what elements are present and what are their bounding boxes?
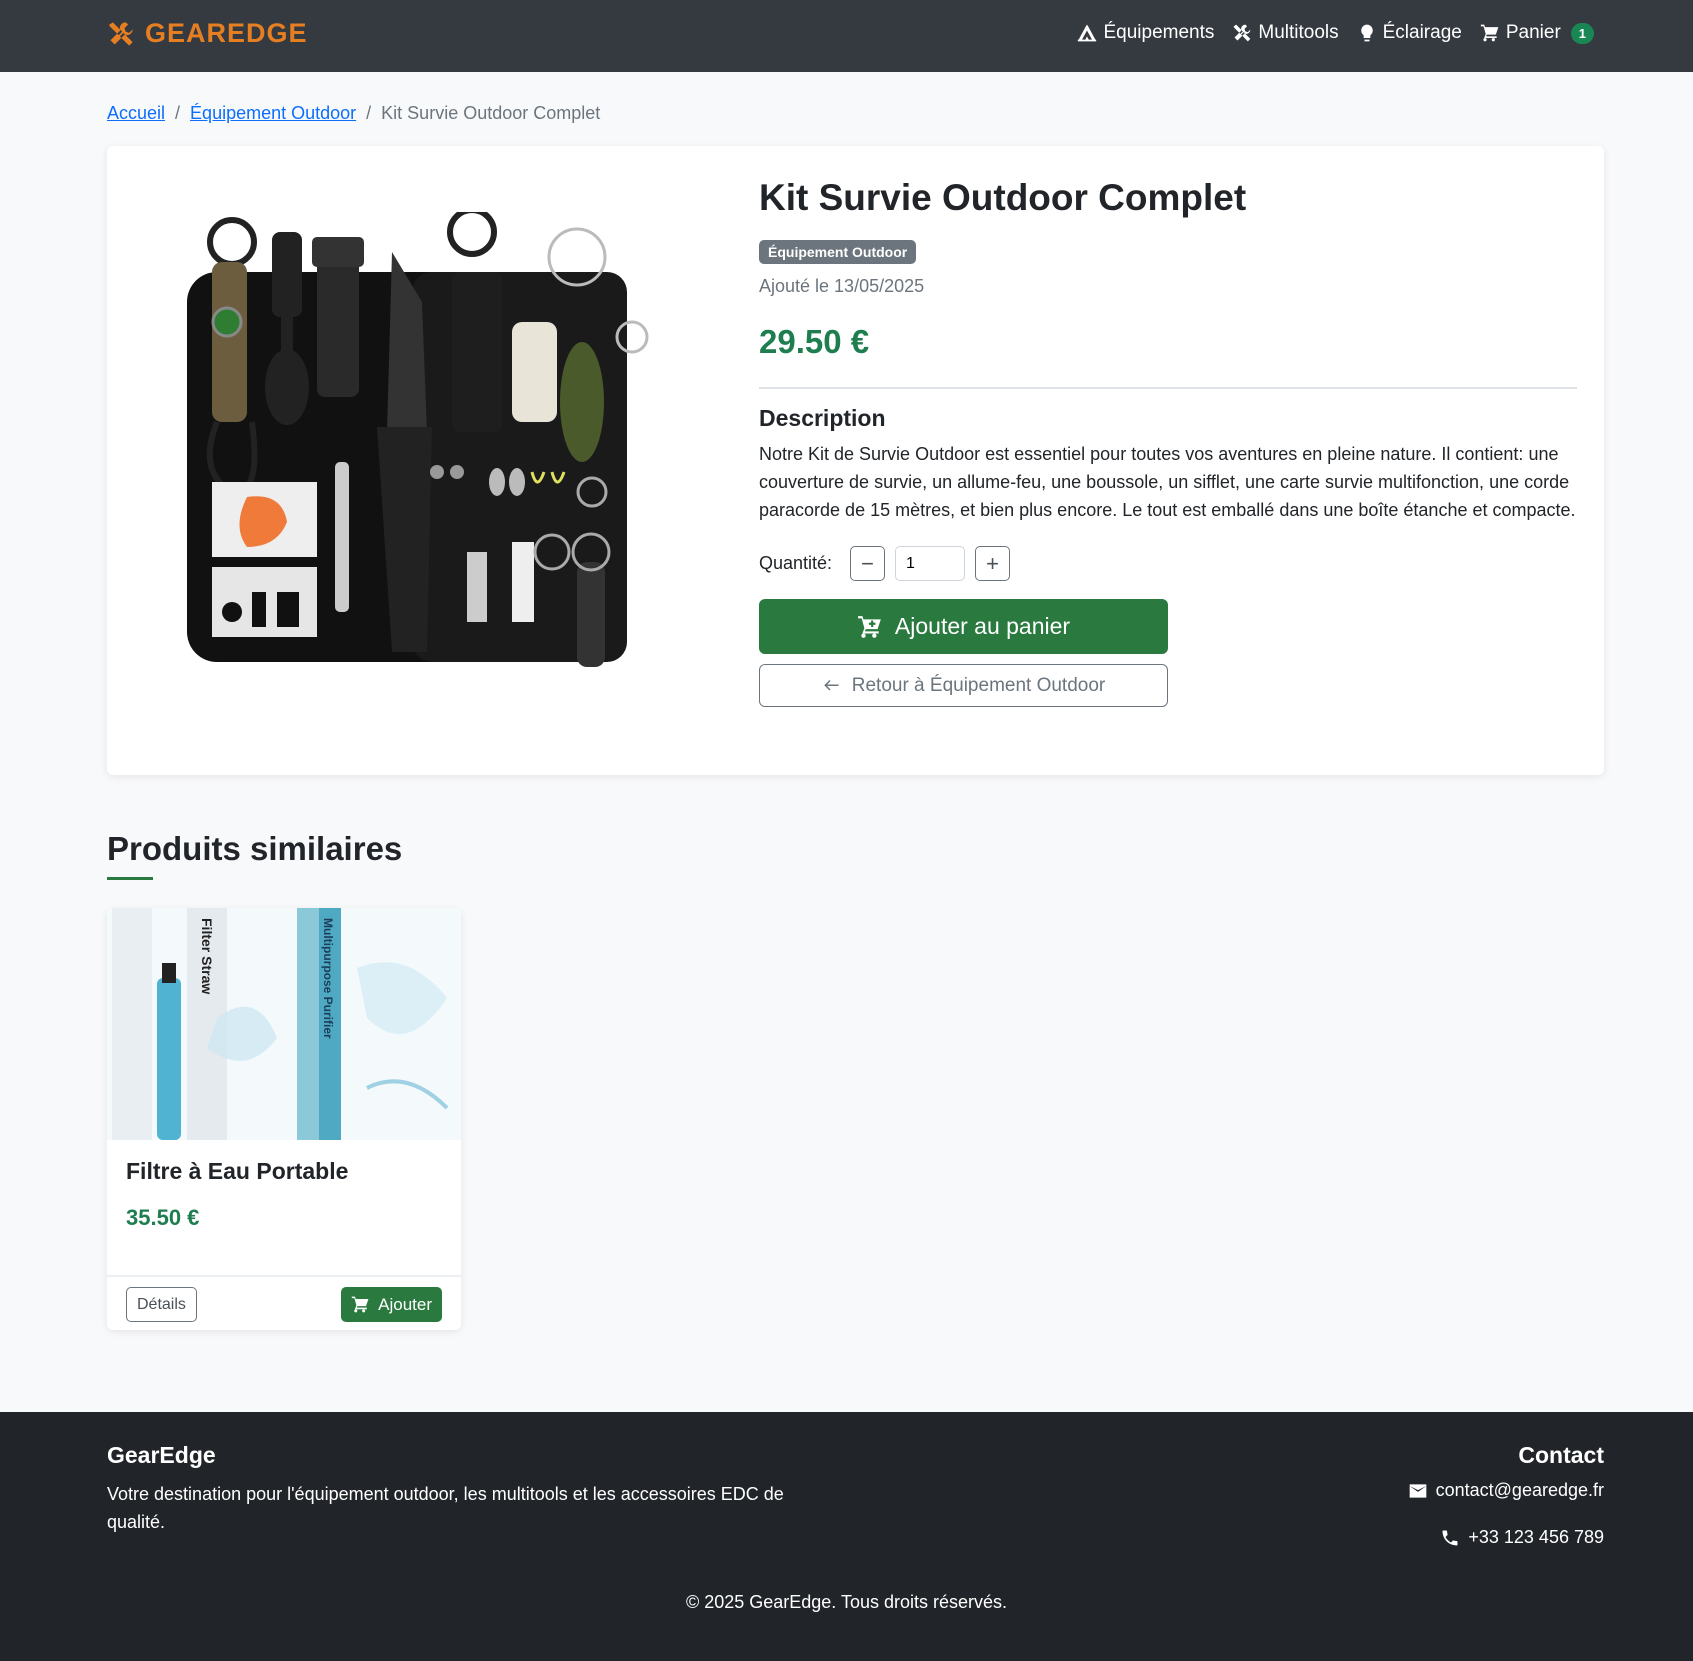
- add-to-cart-label: Ajouter au panier: [894, 613, 1071, 640]
- similar-product-name[interactable]: Filtre à Eau Portable: [126, 1158, 442, 1185]
- title-underline: [107, 877, 153, 880]
- nav-panier-label: Panier: [1505, 22, 1561, 43]
- cart-icon: [1480, 24, 1499, 42]
- product-price: 29.50 €: [759, 323, 870, 361]
- product-card: Kit Survie Outdoor Complet Équipement Ou…: [107, 146, 1604, 775]
- quick-add-button[interactable]: Ajouter: [341, 1287, 442, 1322]
- quantity-row: Quantité: − +: [759, 546, 1577, 582]
- category-badge: Équipement Outdoor: [759, 240, 917, 265]
- lightbulb-icon: [1360, 24, 1373, 42]
- navbar: GEAREDGE Équipements Multitools Éclairag…: [0, 0, 1693, 72]
- back-button-label: Retour à Équipement Outdoor: [851, 674, 1106, 696]
- brand-name: GEAREDGE: [145, 18, 308, 48]
- similar-card-footer: Détails Ajouter: [107, 1275, 461, 1330]
- footer: GearEdge Votre destination pour l'équipe…: [0, 1412, 1693, 1661]
- footer-tagline: Votre destination pour l'équipement outd…: [107, 1484, 784, 1532]
- image-text-filter-straw: Filter Straw: [199, 918, 215, 994]
- product-info: Kit Survie Outdoor Complet Équipement Ou…: [759, 176, 1577, 708]
- nav-multitools-label: Multitools: [1258, 22, 1339, 43]
- cart-plus-icon: [857, 616, 881, 638]
- divider: [759, 387, 1577, 390]
- arrow-left-icon: [824, 679, 839, 691]
- tools-icon: [1234, 24, 1251, 42]
- contact-email-text: contact@gearedge.fr: [1435, 1480, 1604, 1500]
- contact-phone[interactable]: +33 123 456 789: [1440, 1527, 1604, 1548]
- quantity-input[interactable]: [895, 546, 966, 582]
- cart-count-badge: 1: [1570, 22, 1594, 44]
- breadcrumb-category[interactable]: Équipement Outdoor: [190, 103, 356, 124]
- breadcrumb-separator: /: [366, 103, 372, 123]
- added-date: Ajouté le 13/05/2025: [759, 276, 925, 297]
- image-text-purifier: Multipurpose Purifier: [321, 918, 335, 1039]
- envelope-icon: [1409, 1483, 1426, 1498]
- nav-eclairage[interactable]: Éclairage: [1357, 22, 1462, 44]
- breadcrumb-home[interactable]: Accueil: [107, 103, 165, 124]
- brand-logo[interactable]: GEAREDGE: [107, 18, 308, 49]
- breadcrumb-separator: /: [175, 103, 181, 123]
- breadcrumb-current: Kit Survie Outdoor Complet: [381, 103, 601, 123]
- quantity-label: Quantité:: [759, 553, 833, 574]
- contact-title: Contact: [1518, 1442, 1604, 1468]
- back-to-category-button[interactable]: Retour à Équipement Outdoor: [759, 664, 1168, 708]
- add-to-cart-button[interactable]: Ajouter au panier: [759, 599, 1168, 655]
- contact-email[interactable]: contact@gearedge.fr: [1408, 1480, 1604, 1501]
- product-title: Kit Survie Outdoor Complet: [759, 177, 1247, 218]
- details-button[interactable]: Détails: [126, 1287, 197, 1322]
- campground-icon: [1078, 24, 1097, 42]
- nav-equipements-label: Équipements: [1103, 22, 1215, 43]
- quantity-increment-button[interactable]: +: [975, 546, 1011, 582]
- similar-product-image[interactable]: Filter Straw Multipurpose Purifier: [107, 908, 461, 1140]
- nav-equipements[interactable]: Équipements: [1077, 22, 1214, 44]
- contact-phone-text: +33 123 456 789: [1468, 1527, 1604, 1547]
- product-image: [187, 212, 649, 667]
- quick-add-label: Ajouter: [378, 1294, 432, 1314]
- quantity-decrement-button[interactable]: −: [850, 546, 886, 582]
- cart-plus-icon: [351, 1296, 369, 1313]
- footer-brand: GearEdge: [107, 1442, 216, 1468]
- nav-multitools[interactable]: Multitools: [1232, 22, 1339, 44]
- similar-product-price: 35.50 €: [126, 1205, 200, 1230]
- description-text: Notre Kit de Survie Outdoor est essentie…: [759, 444, 1576, 521]
- similar-product-card: Filter Straw Multipurpose Purifier Filtr…: [107, 908, 461, 1330]
- phone-icon: [1442, 1530, 1458, 1545]
- nav-eclairage-label: Éclairage: [1382, 22, 1462, 43]
- description-title: Description: [759, 405, 886, 432]
- tools-icon: [109, 21, 133, 46]
- similar-products-title: Produits similaires: [107, 830, 403, 867]
- breadcrumb: Accueil / Équipement Outdoor / Kit Survi…: [107, 103, 600, 124]
- nav-panier[interactable]: Panier 1: [1480, 22, 1594, 44]
- copyright: © 2025 GearEdge. Tous droits réservés.: [685, 1592, 1008, 1612]
